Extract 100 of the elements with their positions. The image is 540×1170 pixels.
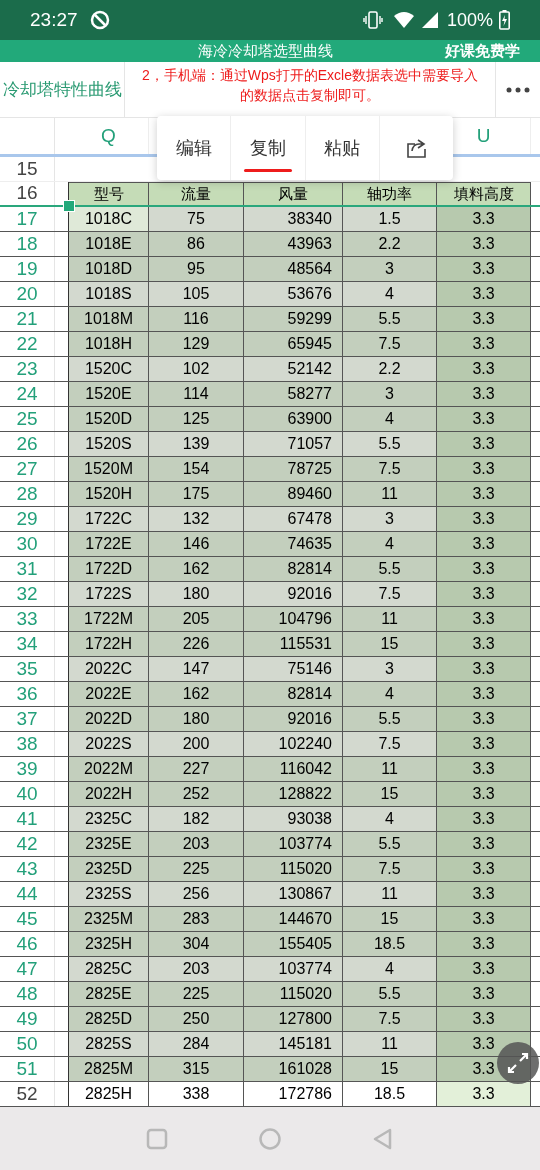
column-header[interactable]: Q xyxy=(101,121,116,151)
menu-item[interactable]: 粘贴 xyxy=(324,134,361,162)
table-cell: 3.3 xyxy=(437,857,531,881)
header-cell: 轴功率 xyxy=(343,182,437,205)
table-cell: 105 xyxy=(149,282,244,306)
table-cell: 5.5 xyxy=(343,832,437,856)
table-cell: 7.5 xyxy=(343,582,437,606)
underline-mark xyxy=(243,168,292,172)
table-cell: 2022S xyxy=(69,732,149,756)
header-cell: 风量 xyxy=(244,182,343,205)
menu-item[interactable]: 编辑 xyxy=(175,134,212,162)
table-cell: 67478 xyxy=(244,507,343,531)
table-cell: 1018M xyxy=(69,307,149,331)
menu-item[interactable]: 复制 xyxy=(249,134,286,162)
table-cell: 2022M xyxy=(69,757,149,781)
table-cell: 2825C xyxy=(69,957,149,981)
share-icon[interactable] xyxy=(404,136,429,160)
table-cell: 252 xyxy=(149,782,244,806)
table-cell: 1.5 xyxy=(343,207,437,231)
table-cell: 82814 xyxy=(244,682,343,706)
table-cell: 3.3 xyxy=(437,807,531,831)
table-cell: 3.3 xyxy=(437,207,531,231)
table-cell: 15 xyxy=(343,1057,437,1081)
table-cell: 38340 xyxy=(244,207,343,231)
table-cell: 3.3 xyxy=(437,307,531,331)
selection-handle[interactable] xyxy=(63,200,75,212)
table-cell: 115531 xyxy=(244,632,343,656)
table-cell: 304 xyxy=(149,932,244,956)
wifi-icon xyxy=(392,11,415,29)
annotation-text: 2，手机端：通过Wps打开的Excle数据表选中需要导入的数据点击复制即可。 xyxy=(141,66,479,105)
table-cell: 7.5 xyxy=(343,732,437,756)
table-cell: 155405 xyxy=(244,932,343,956)
table-cell: 93038 xyxy=(244,807,343,831)
table-cell: 92016 xyxy=(244,707,343,731)
table-cell: 145181 xyxy=(244,1032,343,1056)
table-cell: 15 xyxy=(343,782,437,806)
table-cell: 2825D xyxy=(69,1007,149,1031)
table-cell: 3.3 xyxy=(437,332,531,356)
more-icon[interactable] xyxy=(506,86,530,93)
home-button[interactable] xyxy=(258,1126,282,1151)
table-cell: 4 xyxy=(343,407,437,431)
table-cell: 1722D xyxy=(69,557,149,581)
table-cell: 2325C xyxy=(69,807,149,831)
table-cell: 2022E xyxy=(69,682,149,706)
table-cell: 129 xyxy=(149,332,244,356)
table-cell: 3.3 xyxy=(437,682,531,706)
table-cell: 2022C xyxy=(69,657,149,681)
table-cell: 5.5 xyxy=(343,432,437,456)
table-cell: 3.3 xyxy=(437,982,531,1006)
table-cell: 4 xyxy=(343,682,437,706)
table-cell: 225 xyxy=(149,982,244,1006)
table-cell: 3.3 xyxy=(437,557,531,581)
header-cell: 型号 xyxy=(69,182,149,205)
table-cell: 2325E xyxy=(69,832,149,856)
table-cell: 3.3 xyxy=(437,282,531,306)
table-cell: 2325D xyxy=(69,857,149,881)
table-cell: 315 xyxy=(149,1057,244,1081)
table-cell: 15 xyxy=(343,907,437,931)
table-cell: 115020 xyxy=(244,857,343,881)
table-cell: 63900 xyxy=(244,407,343,431)
table-cell: 78725 xyxy=(244,457,343,481)
table-cell: 162 xyxy=(149,557,244,581)
table-cell: 103774 xyxy=(244,832,343,856)
recents-button[interactable] xyxy=(146,1127,168,1150)
signal-icon xyxy=(420,11,439,29)
table-cell: 115020 xyxy=(244,982,343,1006)
table-cell: 182 xyxy=(149,807,244,831)
table-cell: 225 xyxy=(149,857,244,881)
table-cell: 1520M xyxy=(69,457,149,481)
table-cell: 5.5 xyxy=(343,707,437,731)
table-cell: 3 xyxy=(343,257,437,281)
header-cell: 填料高度 xyxy=(437,182,531,205)
do-not-disturb-icon xyxy=(89,10,110,30)
table-cell: 1520S xyxy=(69,432,149,456)
table-cell: 86 xyxy=(149,232,244,256)
table-cell: 4 xyxy=(343,282,437,306)
table-cell: 3.3 xyxy=(437,257,531,281)
table-cell: 11 xyxy=(343,1032,437,1056)
table-cell: 82814 xyxy=(244,557,343,581)
table-cell: 256 xyxy=(149,882,244,906)
table-cell: 125 xyxy=(149,407,244,431)
table-cell: 3.3 xyxy=(437,1007,531,1031)
expand-button[interactable] xyxy=(497,1042,539,1084)
table-cell: 1018C xyxy=(69,207,149,231)
table-cell: 1520C xyxy=(69,357,149,381)
table-cell: 1722E xyxy=(69,532,149,556)
table-cell: 89460 xyxy=(244,482,343,506)
table-cell: 2022D xyxy=(69,707,149,731)
table-cell: 2.2 xyxy=(343,232,437,256)
column-header[interactable]: U xyxy=(476,121,491,151)
table-cell: 139 xyxy=(149,432,244,456)
table-cell: 2825E xyxy=(69,982,149,1006)
table-cell: 4 xyxy=(343,532,437,556)
table-cell: 11 xyxy=(343,757,437,781)
table-cell: 58277 xyxy=(244,382,343,406)
table-cell: 1018D xyxy=(69,257,149,281)
back-button[interactable] xyxy=(372,1126,394,1151)
table-cell: 5.5 xyxy=(343,307,437,331)
table-cell: 128822 xyxy=(244,782,343,806)
table-cell: 2825M xyxy=(69,1057,149,1081)
